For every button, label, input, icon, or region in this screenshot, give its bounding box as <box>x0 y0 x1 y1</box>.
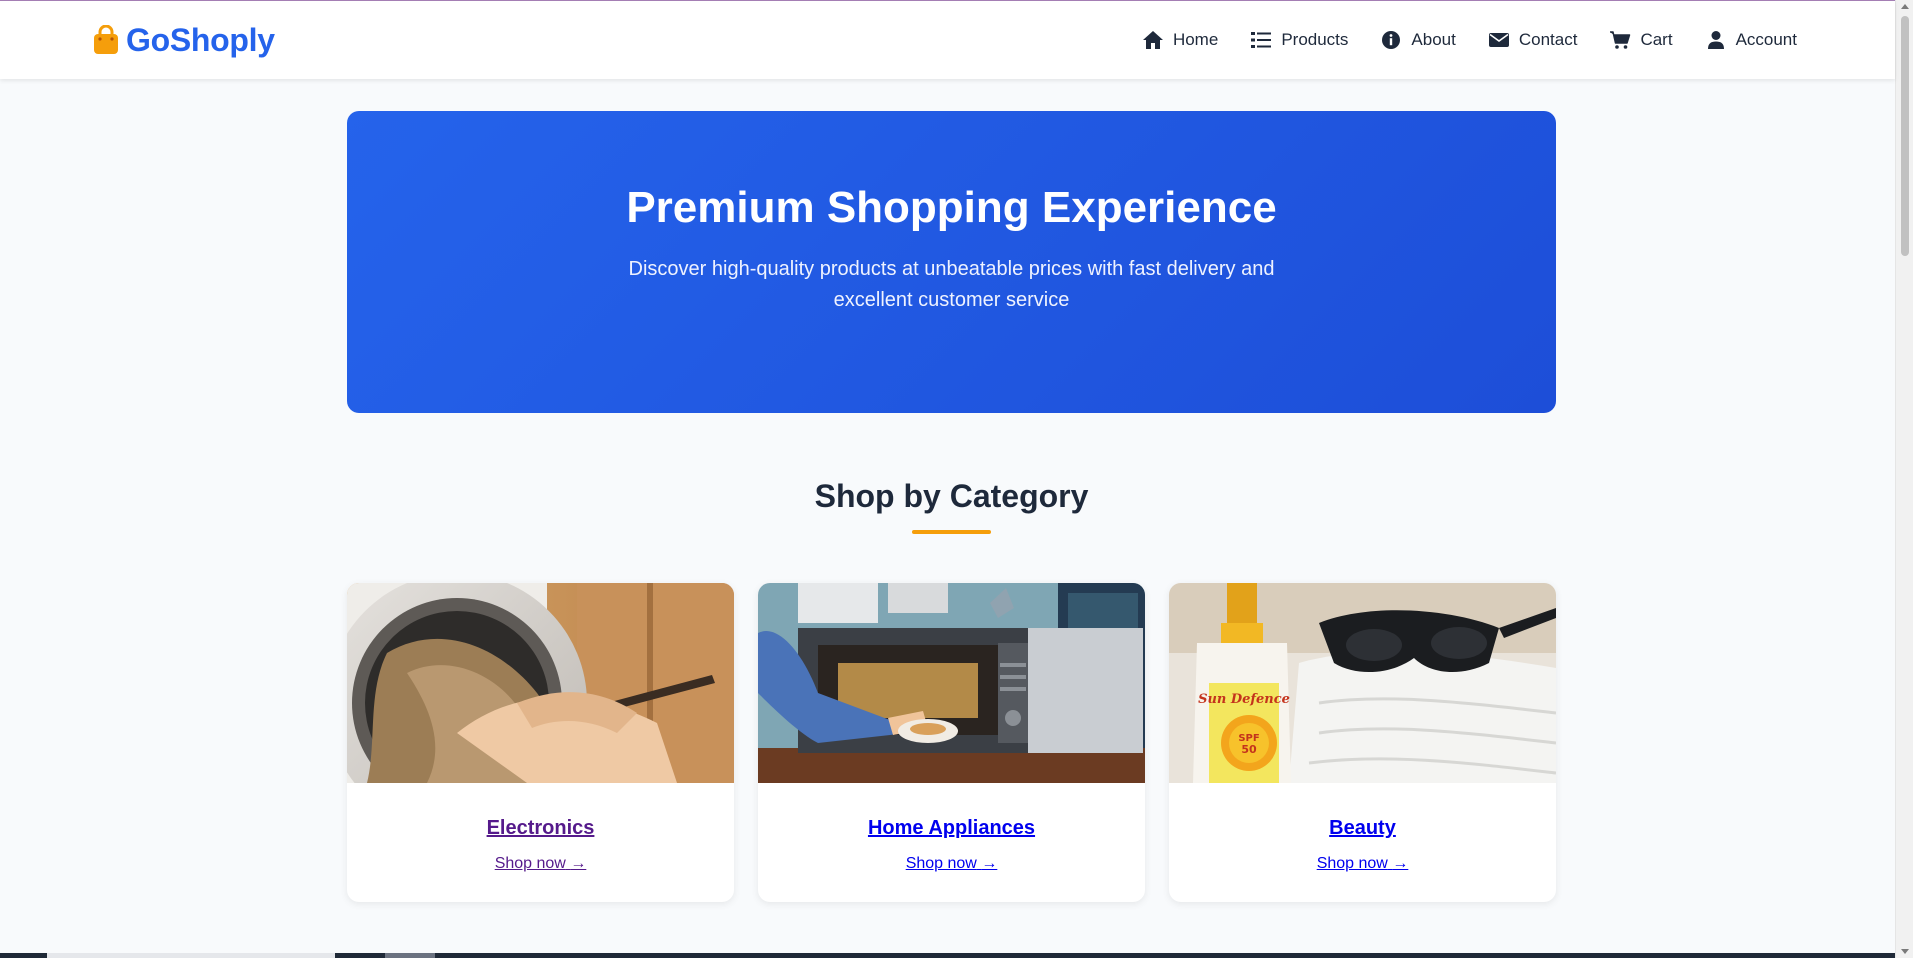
nav-item-label: About <box>1411 30 1456 49</box>
navbar: GoShoply Home Products About Contact Car… <box>0 1 1895 79</box>
shopping-bag-icon <box>94 25 118 54</box>
category-image-electronics[interactable] <box>347 583 734 783</box>
scroll-down-icon[interactable] <box>1901 949 1909 954</box>
nav-item-products[interactable]: Products <box>1250 30 1348 50</box>
shop-now-link[interactable]: Shop now → <box>347 855 734 873</box>
brand-name: GoShoply <box>126 21 275 58</box>
info-icon <box>1382 31 1401 49</box>
nav-item-about[interactable]: About <box>1380 30 1456 50</box>
nav-item-label: Cart <box>1640 30 1673 49</box>
next-section-preview <box>0 953 1895 958</box>
list-icon <box>1251 32 1272 48</box>
nav-item-contact[interactable]: Contact <box>1488 30 1578 50</box>
page-scrollbar[interactable] <box>1895 0 1913 958</box>
category-title-link[interactable]: Electronics <box>347 817 734 840</box>
nav-item-label: Home <box>1172 30 1219 49</box>
nav-item-account[interactable]: Account <box>1705 30 1797 50</box>
shop-now-link[interactable]: Shop now → <box>758 855 1145 873</box>
category-card-home-appliances: Home Appliances Shop now → <box>758 583 1145 902</box>
category-card-beauty: Sun Defence SPF 50 Beauty Shop now → <box>1169 583 1556 902</box>
category-title-link[interactable]: Beauty <box>1169 817 1556 840</box>
shop-now-label: Shop now <box>1316 855 1388 872</box>
nav-item-label: Account <box>1735 30 1797 49</box>
shop-now-label: Shop now <box>494 855 566 872</box>
hero-subtitle: Discover high-quality products at unbeat… <box>628 258 1275 311</box>
nav-item-label: Contact <box>1518 30 1578 49</box>
section-title: Shop by Category <box>814 478 1089 514</box>
arrow-right-icon: → <box>570 855 587 872</box>
scroll-thumb[interactable] <box>1901 16 1909 256</box>
shop-now-link[interactable]: Shop now → <box>1169 855 1556 873</box>
nav-item-home[interactable]: Home <box>1142 30 1218 50</box>
category-title-link[interactable]: Home Appliances <box>758 817 1145 840</box>
washing-machine-photo <box>347 583 734 783</box>
hero-banner: Premium Shopping Experience Discover hig… <box>347 111 1556 413</box>
scroll-up-icon[interactable] <box>1901 4 1909 9</box>
sunscreen-brand: Sun Defence <box>1198 692 1290 707</box>
section-underline <box>912 530 991 534</box>
brand-logo[interactable]: GoShoply <box>92 22 275 59</box>
microwave-photo <box>758 583 1145 783</box>
hero-title: Premium Shopping Experience <box>626 183 1277 232</box>
category-image-home-appliances[interactable] <box>758 583 1145 783</box>
main-nav: Home Products About Contact Cart Account <box>1142 30 1797 50</box>
nav-item-label: Products <box>1281 30 1349 49</box>
envelope-icon <box>1488 33 1509 47</box>
user-icon <box>1707 31 1724 49</box>
arrow-right-icon: → <box>1392 855 1409 872</box>
shop-now-label: Shop now <box>905 855 977 872</box>
preview-image <box>47 953 335 958</box>
cart-icon <box>1610 31 1631 49</box>
sunscreen-photo: Sun Defence SPF 50 <box>1169 583 1556 783</box>
home-icon <box>1142 31 1163 49</box>
category-card-electronics: Electronics Shop now → <box>347 583 734 902</box>
arrow-right-icon: → <box>981 855 998 872</box>
category-image-beauty[interactable]: Sun Defence SPF 50 <box>1169 583 1556 783</box>
preview-image <box>385 953 435 958</box>
spf-value: 50 <box>1241 743 1257 756</box>
nav-item-cart[interactable]: Cart <box>1609 30 1673 50</box>
